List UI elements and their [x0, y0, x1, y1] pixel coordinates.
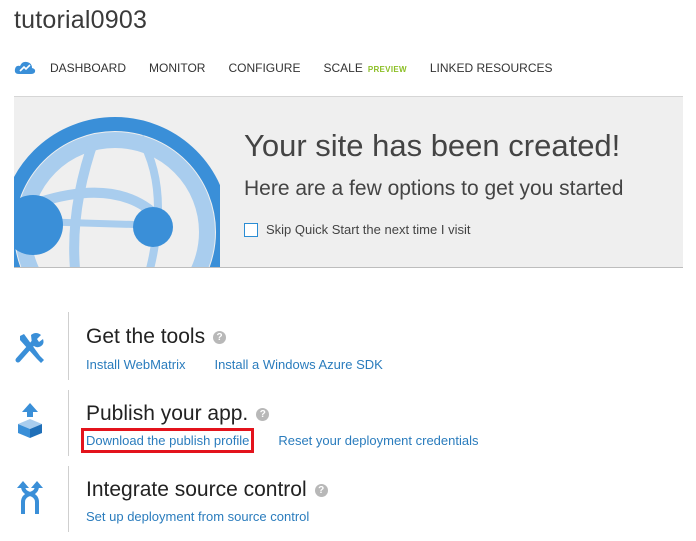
preview-badge: PREVIEW — [367, 65, 407, 74]
section-source-control: Integrate source control ? Set up deploy… — [14, 466, 654, 532]
skip-quickstart-option[interactable]: Skip Quick Start the next time I visit — [244, 222, 470, 237]
website-cloud-icon — [14, 61, 36, 74]
section-divider — [68, 390, 69, 456]
help-icon[interactable]: ? — [213, 330, 227, 344]
section-divider — [68, 312, 69, 380]
skip-quickstart-checkbox[interactable] — [244, 222, 258, 237]
nav-configure[interactable]: CONFIGURE — [228, 61, 300, 75]
section-get-tools: Get the tools ? Install WebMatrix Instal… — [14, 312, 654, 380]
site-title: tutorial0903 — [14, 6, 148, 34]
publish-links: Download the publish profile Reset your … — [80, 428, 508, 453]
help-icon[interactable]: ? — [314, 483, 328, 497]
section-title-publish: Publish your app. ? — [86, 402, 270, 426]
get-tools-links: Install WebMatrix Install a Windows Azur… — [86, 357, 412, 372]
banner-title: Your site has been created! — [244, 128, 621, 163]
reset-deployment-credentials-link[interactable]: Reset your deployment credentials — [278, 433, 478, 448]
get-tools-title: Get the tools — [86, 325, 206, 348]
source-control-title: Integrate source control — [86, 478, 307, 501]
globe-network-icon — [14, 117, 220, 267]
tools-icon — [15, 333, 44, 363]
banner-subtitle: Here are a few options to get you starte… — [244, 177, 624, 200]
download-publish-profile-link[interactable]: Download the publish profile — [80, 428, 255, 453]
nav-monitor[interactable]: MONITOR — [149, 61, 205, 75]
install-azure-sdk-link[interactable]: Install a Windows Azure SDK — [214, 357, 382, 372]
nav-scale[interactable]: SCALE PREVIEW — [323, 61, 406, 75]
source-control-icon — [17, 481, 43, 514]
publish-title: Publish your app. — [86, 402, 249, 425]
install-webmatrix-link[interactable]: Install WebMatrix — [86, 357, 185, 372]
nav-dashboard[interactable]: DASHBOARD — [50, 61, 126, 75]
section-title-get-tools: Get the tools ? — [86, 325, 227, 349]
nav-linked-resources[interactable]: LINKED RESOURCES — [430, 61, 553, 75]
site-nav: DASHBOARD MONITOR CONFIGURE SCALE PREVIEW… — [14, 58, 576, 78]
skip-quickstart-label: Skip Quick Start the next time I visit — [266, 222, 471, 237]
source-control-links: Set up deployment from source control — [86, 509, 338, 524]
section-divider — [68, 466, 69, 532]
setup-deployment-link[interactable]: Set up deployment from source control — [86, 509, 309, 524]
quickstart-banner: Your site has been created! Here are a f… — [14, 96, 683, 268]
nav-scale-label: SCALE — [323, 61, 363, 75]
publish-icon — [18, 403, 42, 438]
section-title-source-control: Integrate source control ? — [86, 478, 328, 502]
help-icon[interactable]: ? — [256, 407, 270, 421]
section-publish: Publish your app. ? Download the publish… — [14, 390, 654, 456]
